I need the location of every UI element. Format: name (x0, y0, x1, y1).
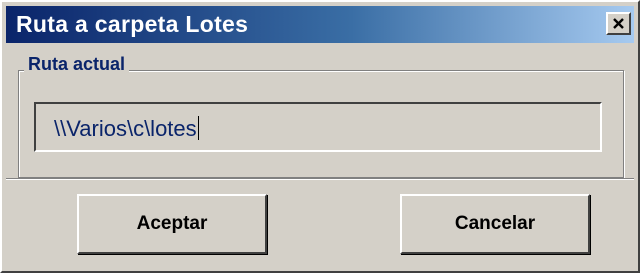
group-label: Ruta actual (24, 54, 130, 75)
path-input-value: \\Varios\c\lotes (54, 116, 197, 141)
accept-button[interactable]: Aceptar (77, 194, 267, 254)
cancel-button-label: Cancelar (454, 213, 536, 234)
cancel-button[interactable]: Cancelar (400, 194, 590, 254)
close-icon (613, 18, 624, 29)
path-input[interactable]: \\Varios\c\lotes (34, 102, 602, 152)
dialog-window: Ruta a carpeta Lotes Ruta actual \\Vario… (0, 0, 640, 273)
separator (6, 178, 634, 180)
text-caret (197, 116, 199, 140)
title-bar[interactable]: Ruta a carpeta Lotes (6, 6, 634, 43)
close-button[interactable] (606, 12, 631, 35)
accept-button-label: Aceptar (136, 213, 208, 234)
window-title: Ruta a carpeta Lotes (16, 11, 249, 37)
